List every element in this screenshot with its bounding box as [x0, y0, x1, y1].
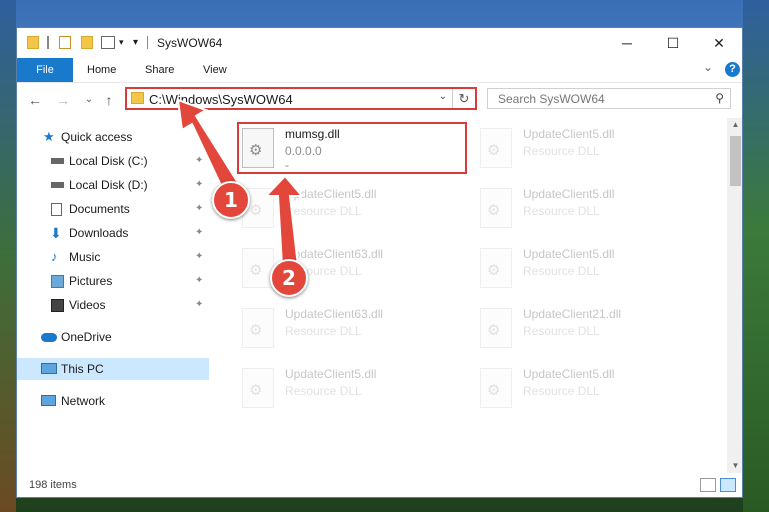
arrow-2-shape: [263, 174, 305, 267]
annotation-arrows: [176, 98, 305, 267]
step-badge-2: 2: [270, 259, 308, 297]
step-badge-1: 1: [212, 181, 250, 219]
